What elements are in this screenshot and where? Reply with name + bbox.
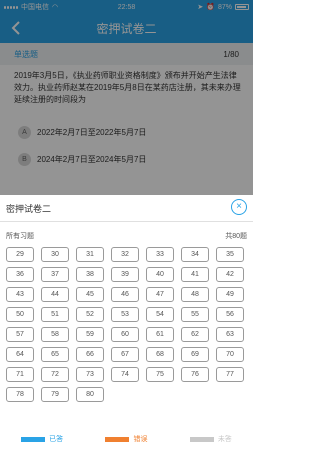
question-number-grid: 29 30 31 32 33 34 35 36 37 38 39 40 41 42 43 44 45 46 47 48… [6,247,247,402]
question-number-button[interactable]: 31 [76,247,104,262]
question-number-button[interactable]: 50 [6,307,34,322]
question-number-button[interactable]: 78 [6,387,34,402]
question-number-button[interactable]: 45 [76,287,104,302]
question-number-button[interactable]: 36 [6,267,34,282]
legend-label: 未答 [217,436,232,443]
question-number-button[interactable]: 30 [41,247,69,262]
question-number-button[interactable]: 35 [216,247,244,262]
question-number-button[interactable]: 54 [146,307,174,322]
question-number-button[interactable]: 76 [181,367,209,382]
question-number-button[interactable]: 29 [6,247,34,262]
question-number-button[interactable]: 65 [41,347,69,362]
question-number-button[interactable]: 59 [76,327,104,342]
legend-unanswered: 未答 [189,434,232,444]
question-number-button[interactable]: 72 [41,367,69,382]
question-number-button[interactable]: 33 [146,247,174,262]
legend: 已答 错误 未答 [0,433,253,445]
question-number-button[interactable]: 60 [111,327,139,342]
question-number-button[interactable]: 71 [6,367,34,382]
question-number-button[interactable]: 39 [111,267,139,282]
question-number-button[interactable]: 73 [76,367,104,382]
legend-swatch [105,436,130,442]
question-number-button[interactable]: 42 [216,267,244,282]
question-number-button[interactable]: 79 [41,387,69,402]
question-number-button[interactable]: 47 [146,287,174,302]
question-number-button[interactable]: 61 [146,327,174,342]
question-number-button[interactable]: 58 [41,327,69,342]
close-icon[interactable]: × [231,199,247,215]
all-questions-label: 所有习题 [6,233,34,240]
legend-swatch [21,436,46,442]
question-number-button[interactable]: 64 [6,347,34,362]
legend-swatch [189,436,214,442]
question-number-button[interactable]: 46 [111,287,139,302]
answer-sheet-title: 密押试卷二 [6,203,52,214]
question-number-button[interactable]: 66 [76,347,104,362]
legend-label: 错误 [133,436,148,443]
question-number-button[interactable]: 43 [6,287,34,302]
question-number-button[interactable]: 70 [216,347,244,362]
question-number-button[interactable]: 75 [146,367,174,382]
question-number-button[interactable]: 51 [41,307,69,322]
question-number-button[interactable]: 67 [111,347,139,362]
total-count-label: 共80题 [225,233,247,240]
question-number-button[interactable]: 34 [181,247,209,262]
question-number-button[interactable]: 38 [76,267,104,282]
question-number-button[interactable]: 77 [216,367,244,382]
question-number-button[interactable]: 32 [111,247,139,262]
question-number-button[interactable]: 56 [216,307,244,322]
question-number-button[interactable]: 44 [41,287,69,302]
question-number-button[interactable]: 62 [181,327,209,342]
question-number-button[interactable]: 80 [76,387,104,402]
question-number-button[interactable]: 37 [41,267,69,282]
legend-label: 已答 [49,436,64,443]
question-number-button[interactable]: 57 [6,327,34,342]
question-number-button[interactable]: 69 [181,347,209,362]
legend-wrong: 错误 [105,434,147,444]
question-number-button[interactable]: 48 [181,287,209,302]
question-number-button[interactable]: 41 [181,267,209,282]
question-number-button[interactable]: 68 [146,347,174,362]
question-number-button[interactable]: 40 [146,267,174,282]
divider [0,221,253,222]
question-number-button[interactable]: 63 [216,327,244,342]
question-number-button[interactable]: 53 [111,307,139,322]
answer-sheet-header: 密押试卷二 × [0,195,253,221]
answer-sheet-panel: 密押试卷二 × 所有习题 共80题 29 30 31 32 33 34 35 36 37 38 39… [0,195,253,450]
question-number-button[interactable]: 55 [181,307,209,322]
legend-answered: 已答 [21,434,63,444]
question-number-button[interactable]: 74 [111,367,139,382]
question-number-button[interactable]: 52 [76,307,104,322]
question-number-button[interactable]: 49 [216,287,244,302]
answer-sheet-subheader: 所有习题 共80题 [6,231,247,241]
